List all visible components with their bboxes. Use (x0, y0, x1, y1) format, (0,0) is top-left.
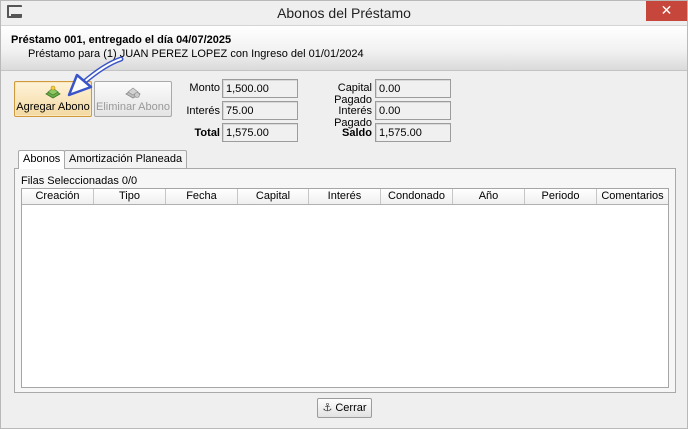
loan-subtitle: Préstamo para (1) JUAN PEREZ LOPEZ con I… (28, 48, 364, 60)
column-header-comentarios[interactable]: Comentarios (597, 189, 668, 204)
delete-payment-label: Eliminar Abono (96, 101, 170, 113)
column-header-periodo[interactable]: Periodo (525, 189, 597, 204)
table-header: Creación Tipo Fecha Capital Interés Cond… (22, 189, 668, 205)
monto-field: 1,500.00 (222, 79, 298, 98)
dialog-window: Abonos del Préstamo ✕ Préstamo 001, entr… (0, 0, 688, 429)
column-header-interes[interactable]: Interés (309, 189, 381, 204)
total-field: 1,575.00 (222, 123, 298, 142)
interes-label: Interés (186, 105, 220, 117)
money-delete-icon (125, 87, 141, 99)
window-close-button[interactable]: ✕ (646, 1, 687, 21)
delete-payment-button[interactable]: Eliminar Abono (94, 81, 172, 117)
monto-label: Monto (189, 82, 220, 94)
column-header-tipo[interactable]: Tipo (94, 189, 166, 204)
column-header-condonado[interactable]: Condonado (381, 189, 453, 204)
column-header-capital[interactable]: Capital (238, 189, 309, 204)
interes-field: 75.00 (222, 101, 298, 120)
payments-panel: Filas Seleccionadas 0/0 Creación Tipo Fe… (14, 168, 676, 393)
tab-abonos[interactable]: Abonos (18, 150, 66, 169)
add-payment-button[interactable]: Agregar Abono (14, 81, 92, 117)
window-title: Abonos del Préstamo (277, 5, 411, 21)
close-button-label: Cerrar (335, 402, 367, 414)
interes-pagado-field: 0.00 (375, 101, 451, 120)
capital-pagado-field: 0.00 (375, 79, 451, 98)
tab-amortizacion-planeada[interactable]: Amortización Planeada (64, 150, 188, 168)
interes-pagado-label: Interés Pagado (334, 105, 372, 129)
column-header-creacion[interactable]: Creación (22, 189, 94, 204)
payments-table[interactable]: Creación Tipo Fecha Capital Interés Cond… (21, 188, 669, 388)
add-payment-label: Agregar Abono (16, 101, 90, 113)
column-header-fecha[interactable]: Fecha (166, 189, 238, 204)
title-bar: Abonos del Préstamo ✕ (1, 1, 687, 25)
column-header-ano[interactable]: Año (453, 189, 525, 204)
money-add-icon (45, 85, 61, 99)
saldo-field: 1,575.00 (375, 123, 451, 142)
loan-header: Préstamo 001, entregado el día 04/07/202… (1, 25, 687, 71)
loan-title: Préstamo 001, entregado el día 04/07/202… (11, 34, 232, 46)
capital-pagado-label: Capital Pagado (334, 82, 372, 106)
saldo-label: Saldo (342, 127, 372, 139)
close-button[interactable]: ⚓ Cerrar (317, 398, 372, 418)
anchor-icon: ⚓ (322, 402, 333, 414)
rows-selected-label: Filas Seleccionadas 0/0 (21, 175, 138, 187)
total-label: Total (194, 127, 220, 139)
